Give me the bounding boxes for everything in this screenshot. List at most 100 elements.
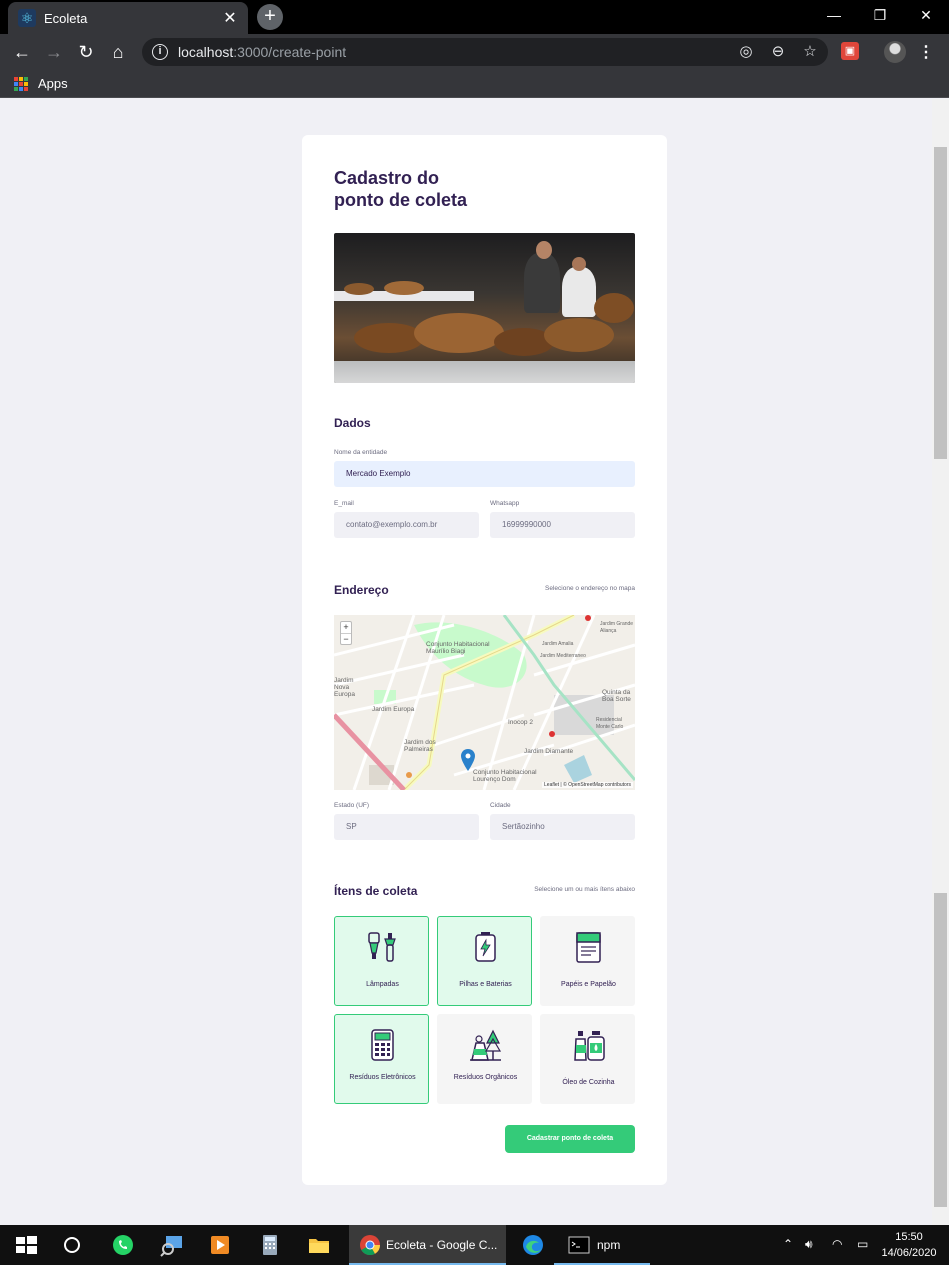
email-input[interactable]: contato@exemplo.com.br [334, 512, 479, 538]
apps-grid-icon[interactable] [14, 76, 28, 91]
item-label: Resíduos Eletrônicos [349, 1074, 416, 1081]
item-label: Lâmpadas [366, 981, 399, 988]
itens-hint: Selecione um ou mais ítens abaixo [534, 886, 635, 893]
taskbar-npm-label[interactable]: npm [597, 1238, 620, 1252]
map-label: Inocop 2 [508, 719, 533, 726]
item-label: Resíduos Orgânicos [453, 1074, 518, 1081]
name-input[interactable]: Mercado Exemplo [334, 461, 635, 487]
restore-window-icon[interactable]: ❐ [857, 0, 903, 30]
volume-icon[interactable]: 🔊︎ [805, 1237, 813, 1252]
item-residuos-eletronicos[interactable]: Resíduos Eletrônicos [334, 1014, 429, 1104]
section-heading-itens: Ítens de coleta [334, 884, 418, 898]
map-marker-icon[interactable] [461, 749, 475, 771]
whatsapp-label: Whatsapp [490, 500, 520, 507]
bookmark-star-icon[interactable]: ☆ [800, 42, 820, 60]
endereco-hint: Selecione o endereço no mapa [545, 585, 635, 592]
address-bar[interactable]: i localhost:3000/create-point ◎ ⊖ ☆ [142, 38, 828, 66]
item-papeis-papelao[interactable]: Papéis e Papelão [540, 916, 635, 1006]
section-heading-dados: Dados [334, 416, 371, 430]
url-path: :3000/create-point [233, 44, 347, 60]
paper-icon [576, 932, 601, 963]
tab-title: Ecoleta [44, 10, 88, 26]
browser-tab[interactable]: ⚛ Ecoleta ✕ [8, 2, 248, 34]
city-select[interactable]: Sertãozinho [490, 814, 635, 840]
search-circle-icon[interactable] [60, 1233, 84, 1257]
site-info-icon[interactable]: i [152, 44, 168, 60]
edge-icon[interactable] [521, 1233, 545, 1257]
map-label: Jardim Grande Aliança [600, 621, 634, 634]
new-tab-button[interactable]: + [257, 4, 283, 30]
map-label: Residencial Monte Carlo [596, 717, 624, 730]
location-icon[interactable]: ◎ [736, 42, 756, 60]
oil-icon [574, 1031, 605, 1061]
browser-menu-icon[interactable]: ⋮ [918, 42, 934, 62]
back-icon[interactable]: ← [9, 39, 35, 65]
network-icon[interactable]: ◠ [832, 1237, 842, 1251]
page-scrollbar[interactable] [932, 99, 949, 1225]
page-title-line2: ponto de coleta [334, 190, 468, 210]
item-label: Papéis e Papelão [561, 981, 616, 988]
email-label: E_mail [334, 500, 354, 507]
tray-chevron-icon[interactable]: ⌃ [783, 1237, 793, 1251]
uf-select[interactable]: SP [334, 814, 479, 840]
browser-titlebar: ⚛ Ecoleta ✕ + — ❐ ✕ [0, 0, 949, 34]
map-labels: Conjunto Habitacional Maurílio Biagi Jar… [334, 615, 635, 790]
close-tab-icon[interactable]: ✕ [222, 8, 238, 28]
taskbar-chrome-label: Ecoleta - Google C... [386, 1238, 498, 1252]
profile-avatar[interactable] [884, 41, 906, 63]
name-label: Nome da entidade [334, 449, 388, 456]
scrollbar-thumb-bottom[interactable] [934, 893, 947, 1207]
submit-button[interactable]: Cadastrar ponto de coleta [505, 1125, 635, 1153]
map-label: Jardim dos Palmeiras [404, 739, 436, 753]
page-title-line1: Cadastro do [334, 168, 440, 188]
windows-start-icon[interactable] [14, 1233, 38, 1257]
item-oleo-cozinha[interactable]: Óleo de Cozinha [540, 1014, 635, 1104]
map-label: Jardim Diamante [524, 748, 574, 755]
page-viewport: Cadastro do ponto de coleta Dados Nome d… [0, 99, 932, 1225]
browser-toolbar: ← → ↻ ⌂ i localhost:3000/create-point ◎ … [0, 34, 949, 70]
lamps-icon [368, 932, 396, 962]
page-title: Cadastro do ponto de coleta [334, 167, 534, 211]
battery-icon [475, 932, 496, 962]
map-label: Conjunto Habitacional Lourenço Dom [473, 769, 537, 783]
item-residuos-organicos[interactable]: Resíduos Orgânicos [437, 1014, 532, 1104]
file-explorer-icon[interactable] [307, 1233, 331, 1257]
terminal-icon[interactable] [567, 1233, 591, 1257]
electronics-icon [371, 1029, 394, 1061]
system-clock[interactable]: 15:50 14/06/2020 [878, 1229, 940, 1261]
map-label: Jardim Amalia [542, 641, 574, 647]
clock-date: 14/06/2020 [881, 1247, 937, 1259]
scrollbar-thumb-top[interactable] [934, 147, 947, 459]
whatsapp-icon[interactable] [111, 1233, 135, 1257]
item-pilhas-baterias[interactable]: Pilhas e Baterias [437, 916, 532, 1006]
media-player-icon[interactable] [208, 1233, 232, 1257]
map-label: Quinta da Boa Sorte [602, 689, 631, 703]
city-label: Cidade [490, 802, 511, 809]
uf-label: Estado (UF) [334, 802, 370, 809]
map-attribution[interactable]: Leaflet | © OpenStreetMap contributors [542, 782, 633, 788]
minimize-window-icon[interactable]: — [811, 0, 857, 30]
address-map[interactable]: + − Conjunto Habitacional Maurílio Biagi… [334, 615, 635, 790]
item-label: Pilhas e Baterias [459, 981, 512, 988]
url-host: localhost [178, 44, 234, 60]
map-label: Jardim Mediterraneo [540, 653, 586, 659]
remote-desktop-icon[interactable] [160, 1233, 184, 1257]
create-point-form: Cadastro do ponto de coleta Dados Nome d… [302, 135, 667, 1185]
whatsapp-input[interactable]: 16999990000 [490, 512, 635, 538]
map-label: Conjunto Habitacional Maurílio Biagi [426, 641, 490, 655]
close-window-icon[interactable]: ✕ [903, 0, 949, 30]
react-favicon-icon: ⚛ [18, 9, 36, 27]
reload-icon[interactable]: ↻ [73, 39, 99, 65]
zoom-out-icon[interactable]: ⊖ [768, 42, 788, 60]
home-icon[interactable]: ⌂ [105, 39, 131, 65]
notification-icon[interactable]: ▭ [857, 1237, 868, 1251]
taskbar-chrome-button[interactable]: Ecoleta - Google C... [349, 1225, 506, 1265]
section-heading-endereco: Endereço [334, 583, 389, 597]
map-label: Jardim Europa [372, 706, 415, 713]
apps-bookmark[interactable]: Apps [38, 76, 68, 91]
calculator-icon[interactable] [258, 1233, 282, 1257]
clock-time: 15:50 [895, 1231, 923, 1243]
item-lampadas[interactable]: Lâmpadas [334, 916, 429, 1006]
extension-icon[interactable]: ▣ [841, 42, 859, 60]
forward-icon[interactable]: → [41, 39, 67, 65]
